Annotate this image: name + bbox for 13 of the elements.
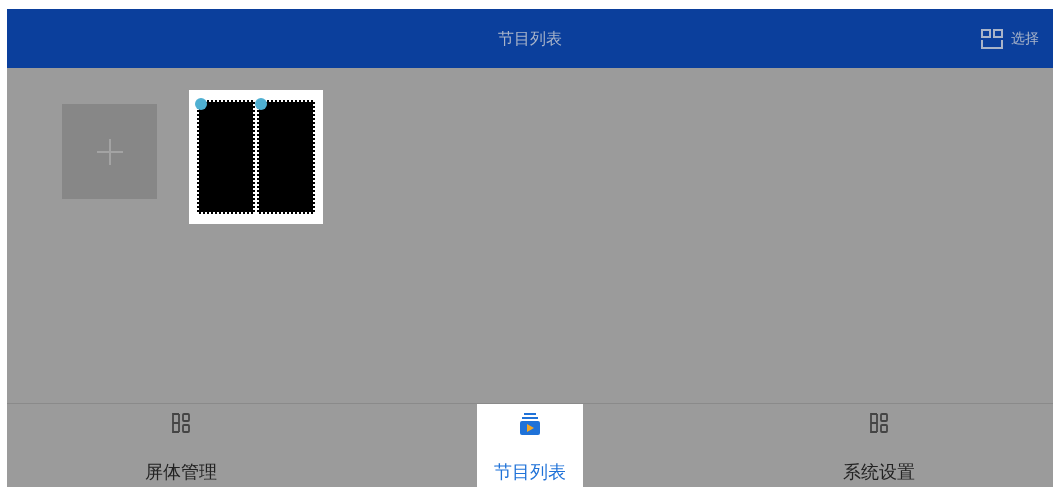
nav-tab[interactable]: 屏体管理 xyxy=(7,404,356,487)
layout-icon xyxy=(868,412,889,434)
nav-tab[interactable]: 节目列表 xyxy=(477,404,583,487)
play-stack-icon xyxy=(519,412,541,436)
select-button[interactable]: 选择 xyxy=(1011,28,1039,49)
area-badge-icon xyxy=(255,98,267,110)
layout-icon xyxy=(171,412,192,434)
area-badge-icon xyxy=(195,98,207,110)
program-thumbnail[interactable] xyxy=(189,90,323,224)
plus-icon xyxy=(94,136,125,167)
select-icon[interactable] xyxy=(981,28,1003,49)
nav-tab[interactable]: 系统设置 xyxy=(704,404,1053,487)
page-title: 节目列表 xyxy=(498,27,562,50)
